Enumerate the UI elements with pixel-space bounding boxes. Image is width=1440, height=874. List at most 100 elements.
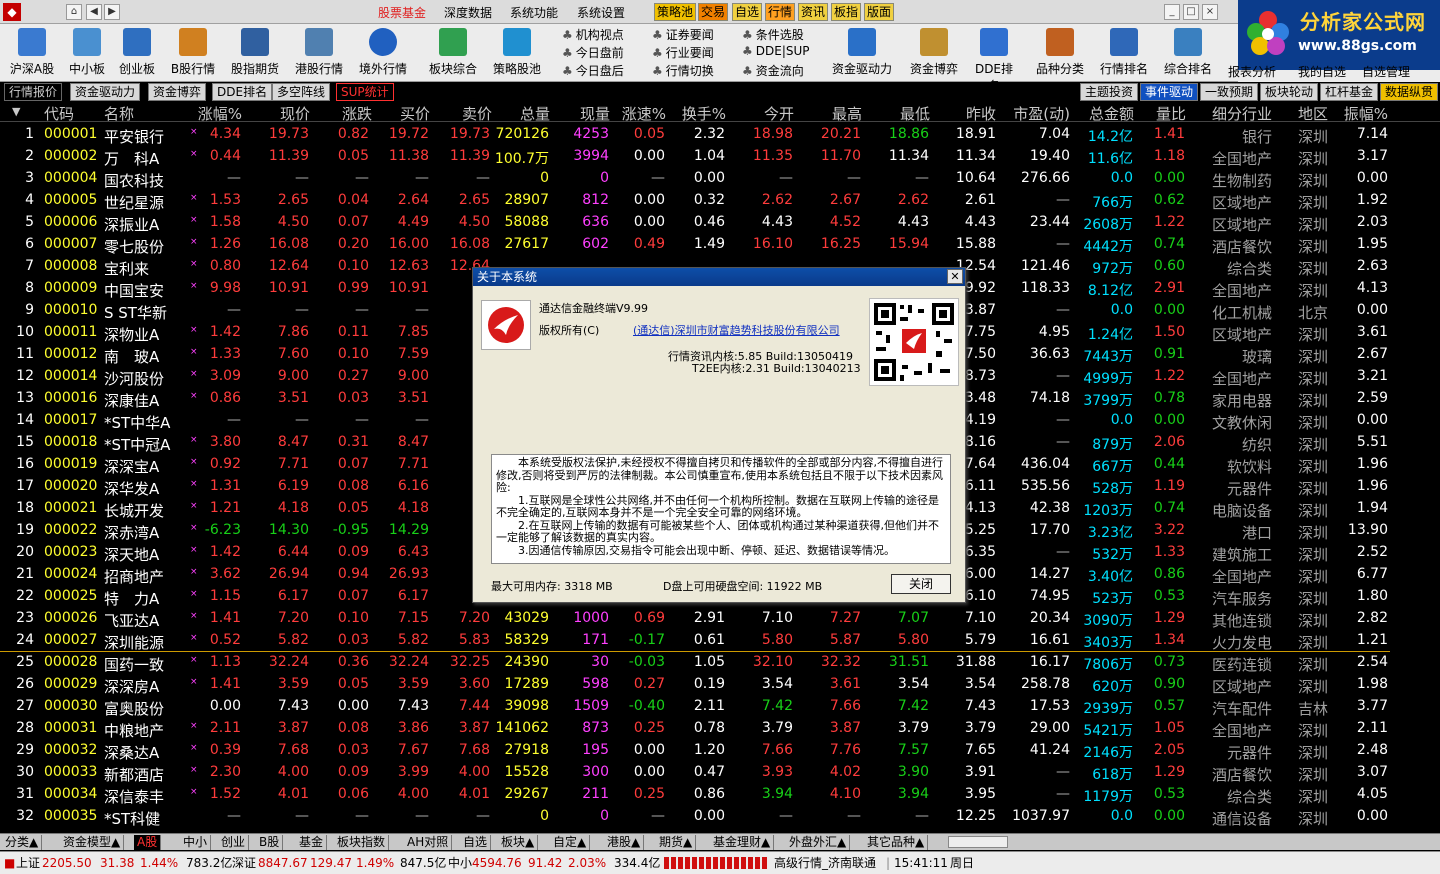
tab-event-drive[interactable]: 事件驱动	[1140, 83, 1199, 101]
tb-sector-overview[interactable]: 板块综合	[426, 26, 480, 80]
close-icon[interactable]: ×	[1202, 4, 1218, 20]
header-col[interactable]: 代码	[44, 103, 74, 124]
quick-watchlist[interactable]: 自选	[732, 3, 763, 21]
bottom-tab[interactable]: 外盘外汇▲	[786, 835, 851, 850]
header-col[interactable]: 涨幅%	[196, 103, 242, 124]
header-col[interactable]: 振幅%	[1342, 103, 1388, 124]
tb-my-watchlist[interactable]: 我的自选	[1298, 63, 1346, 80]
horizontal-scrollbar[interactable]	[948, 836, 1008, 848]
bottom-tab[interactable]: 创业	[218, 835, 250, 850]
header-col[interactable]: 买价	[390, 103, 430, 124]
header-col[interactable]: 换手%	[680, 103, 726, 124]
table-row[interactable]: 31 000034 深信泰丰 × 1.52 4.01 0.06 4.00 4.01 29267 21…	[0, 784, 1440, 806]
tb-quote-rank[interactable]: 行情排名	[1098, 26, 1150, 80]
menu-system-function[interactable]: 系统功能	[510, 4, 558, 21]
dialog-close-icon[interactable]: ✕	[947, 269, 963, 284]
header-col[interactable]: 总量	[504, 103, 550, 124]
tb-fund-drive[interactable]: 资金驱动力	[830, 26, 894, 80]
table-row[interactable]: 24 000027 深圳能源 × 0.52 5.82 0.03 5.82 5.83 58329 17…	[0, 630, 1440, 652]
bottom-tab[interactable]: 资金模型▲	[60, 835, 125, 850]
quick-news[interactable]: 资讯	[798, 3, 829, 21]
header-col[interactable]: 总金额	[1082, 103, 1134, 124]
header-col[interactable]: 量比	[1150, 103, 1186, 124]
bottom-tab[interactable]: 板块▲	[498, 835, 539, 850]
header-col[interactable]: 地区	[1294, 103, 1328, 124]
header-col[interactable]: 涨跌	[330, 103, 372, 124]
header-col[interactable]: 涨速%	[620, 103, 666, 124]
tb-institution-view[interactable]: ♣ 机构视点	[562, 26, 624, 43]
quick-layout[interactable]: 版面	[864, 3, 895, 21]
table-row[interactable]: 3 000004 国农科技 — — — — — 0 0 — 0.00 — — — 10.64 276.66 0.0…	[0, 168, 1440, 190]
tab-long-short[interactable]: 多空阵线	[272, 83, 331, 101]
tab-fund-drive[interactable]: 资金驱动力	[70, 83, 141, 101]
tb-securities-news[interactable]: ♣ 证券要闻	[652, 26, 714, 43]
tb-strategy-pool[interactable]: 策略股池	[490, 26, 544, 80]
header-col[interactable]: 市盈(动)	[1006, 103, 1070, 124]
license-text[interactable]: 本系统受版权法保护,未经授权不得擅自拷贝和传播软件的全部或部分内容,不得擅自进行…	[491, 454, 951, 564]
tb-condition-select[interactable]: ♣ 条件选股	[742, 26, 804, 43]
tb-gem-board[interactable]: 创业板	[114, 26, 160, 80]
tab-quotes[interactable]: 行情报价	[4, 83, 63, 101]
forward-icon[interactable]: ▶	[104, 4, 120, 20]
tb-industry-news[interactable]: ♣ 行业要闻	[652, 44, 714, 61]
bottom-tab[interactable]: 其它品种▲	[864, 835, 929, 850]
bottom-tab[interactable]: 板块指数	[334, 835, 390, 850]
table-row[interactable]: 25 000028 国药一致 × 1.13 32.24 0.36 32.24 32.25 2439…	[0, 652, 1440, 674]
table-row[interactable]: 5 000006 深振业A × 1.58 4.50 0.07 4.49 4.50 58088 636…	[0, 212, 1440, 234]
tb-shanghai-shenzhen-a[interactable]: 沪深A股	[6, 26, 58, 80]
home-icon[interactable]: ⌂	[66, 4, 82, 20]
header-col[interactable]: 卖价	[448, 103, 492, 124]
tb-dde-rank[interactable]: DDE排名	[970, 26, 1018, 93]
tb-fund-flow[interactable]: ♣ 资金流向	[742, 62, 804, 79]
bottom-tab[interactable]: 分类▲	[2, 835, 43, 850]
menu-deep-data[interactable]: 深度数据	[444, 4, 492, 21]
header-col[interactable]: 现量	[566, 103, 610, 124]
header-col[interactable]: 最低	[880, 103, 930, 124]
menu-system-settings[interactable]: 系统设置	[577, 4, 625, 21]
tb-overall-rank[interactable]: 综合排名	[1162, 26, 1214, 80]
table-row[interactable]: 32 000035 *ST科健 — — — — — 0 0 — 0.00 — — — 12.25 1037.97…	[0, 806, 1440, 828]
tab-data-span[interactable]: 数据纵贯	[1380, 83, 1439, 101]
tb-overseas-quotes[interactable]: 境外行情	[356, 26, 410, 80]
bottom-tab[interactable]: B股	[256, 835, 284, 850]
tab-consensus[interactable]: 一致预期	[1200, 83, 1259, 101]
back-icon[interactable]: ◀	[86, 4, 102, 20]
tb-index-futures[interactable]: 股指期货	[228, 26, 282, 80]
table-row[interactable]: 6 000007 零七股份 × 1.26 16.08 0.20 16.00 16.08 27617…	[0, 234, 1440, 256]
header-col[interactable]: 今开	[746, 103, 794, 124]
header-col[interactable]: 昨收	[950, 103, 996, 124]
table-row[interactable]: 30 000033 新都酒店 × 2.30 4.00 0.09 3.99 4.00 15528 30…	[0, 762, 1440, 784]
bottom-tab[interactable]: 中小	[180, 835, 212, 850]
tab-dde-rank[interactable]: DDE排名	[212, 83, 273, 101]
tb-watchlist-manage[interactable]: 自选管理	[1362, 63, 1410, 80]
table-row[interactable]: 29 000032 深桑达A × 0.39 7.68 0.03 7.67 7.68 27918 19…	[0, 740, 1440, 762]
quick-trade[interactable]: 交易	[698, 3, 729, 21]
bottom-tab[interactable]: 期货▲	[656, 835, 697, 850]
tb-category[interactable]: 品种分类	[1034, 26, 1086, 80]
table-row[interactable]: 1 000001 平安银行 × 4.34 19.73 0.82 19.72 19.73 72012…	[0, 124, 1440, 146]
quick-quotes[interactable]: 行情	[765, 3, 796, 21]
close-button[interactable]: 关闭	[891, 574, 951, 594]
bottom-tab[interactable]: 自定▲	[550, 835, 591, 850]
tb-quote-switch[interactable]: ♣ 行情切换	[652, 62, 714, 79]
table-row[interactable]: 27 000030 富奥股份 0.00 7.43 0.00 7.43 7.44 39098 150…	[0, 696, 1440, 718]
tab-sector-rotation[interactable]: 板块轮动	[1260, 83, 1319, 101]
table-row[interactable]: 4 000005 世纪星源 × 1.53 2.65 0.04 2.64 2.65 28907 812…	[0, 190, 1440, 212]
table-row[interactable]: 26 000029 深深房A × 1.41 3.59 0.05 3.59 3.60 17289 59…	[0, 674, 1440, 696]
header-col[interactable]: 细分行业	[1206, 103, 1272, 124]
maximize-icon[interactable]: □	[1183, 4, 1199, 20]
menu-stock-fund[interactable]: 股票基金	[378, 4, 426, 21]
tb-pre-market[interactable]: ♣ 今日盘前	[562, 44, 624, 61]
header-dropdown-icon[interactable]: ▼	[12, 105, 20, 118]
tab-fund-game[interactable]: 资金博弈	[148, 83, 207, 101]
bottom-tab[interactable]: 基金理财▲	[710, 835, 775, 850]
tb-hk-quotes[interactable]: 港股行情	[292, 26, 346, 80]
quick-strategy-pool[interactable]: 策略池	[654, 3, 697, 21]
header-col[interactable]: 现价	[260, 103, 310, 124]
header-col[interactable]: 名称	[104, 103, 134, 124]
tab-sup-stats[interactable]: SUP统计	[336, 83, 394, 101]
bottom-tab[interactable]: 自选	[460, 835, 492, 850]
table-row[interactable]: 28 000031 中粮地产 × 2.11 3.87 0.08 3.86 3.87 141062 8…	[0, 718, 1440, 740]
tb-report-analysis[interactable]: 报表分析	[1228, 63, 1276, 80]
bottom-tab[interactable]: 港股▲	[604, 835, 645, 850]
